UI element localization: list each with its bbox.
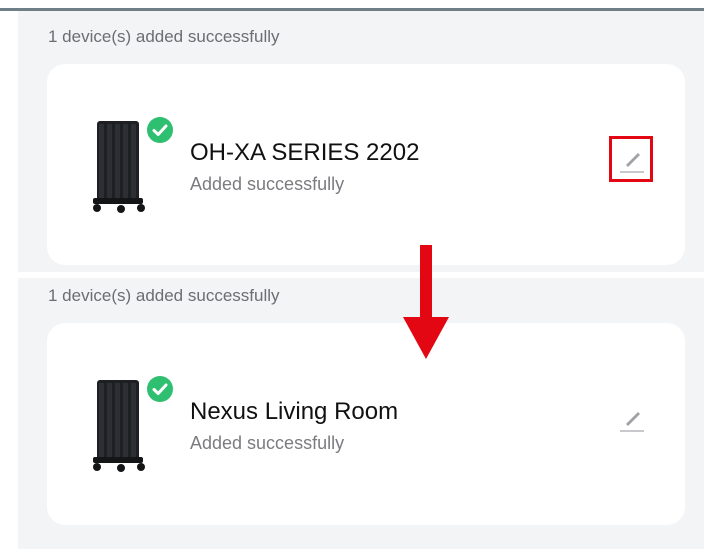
device-card: OH-XA SERIES 2202 Added successfully (47, 64, 685, 265)
pencil-icon (620, 153, 644, 173)
check-icon (147, 376, 173, 402)
result-panel-before: 1 device(s) added successfully OH-XA SER… (18, 11, 704, 272)
check-icon (147, 117, 173, 143)
panel-title: 1 device(s) added successfully (48, 286, 280, 305)
edit-name-button[interactable] (612, 139, 650, 179)
device-status: Added successfully (190, 174, 345, 194)
pencil-icon (620, 412, 644, 432)
device-status: Added successfully (190, 433, 345, 453)
down-arrow-icon (403, 245, 449, 359)
device-card: Nexus Living Room Added successfully (47, 323, 685, 525)
panel-title: 1 device(s) added successfully (48, 27, 280, 46)
device-name: OH-XA SERIES 2202 (190, 139, 420, 166)
device-name: Nexus Living Room (190, 398, 399, 425)
result-panel-after: 1 device(s) added successfully Nexus Liv… (18, 278, 704, 549)
edit-name-button[interactable] (612, 398, 648, 434)
